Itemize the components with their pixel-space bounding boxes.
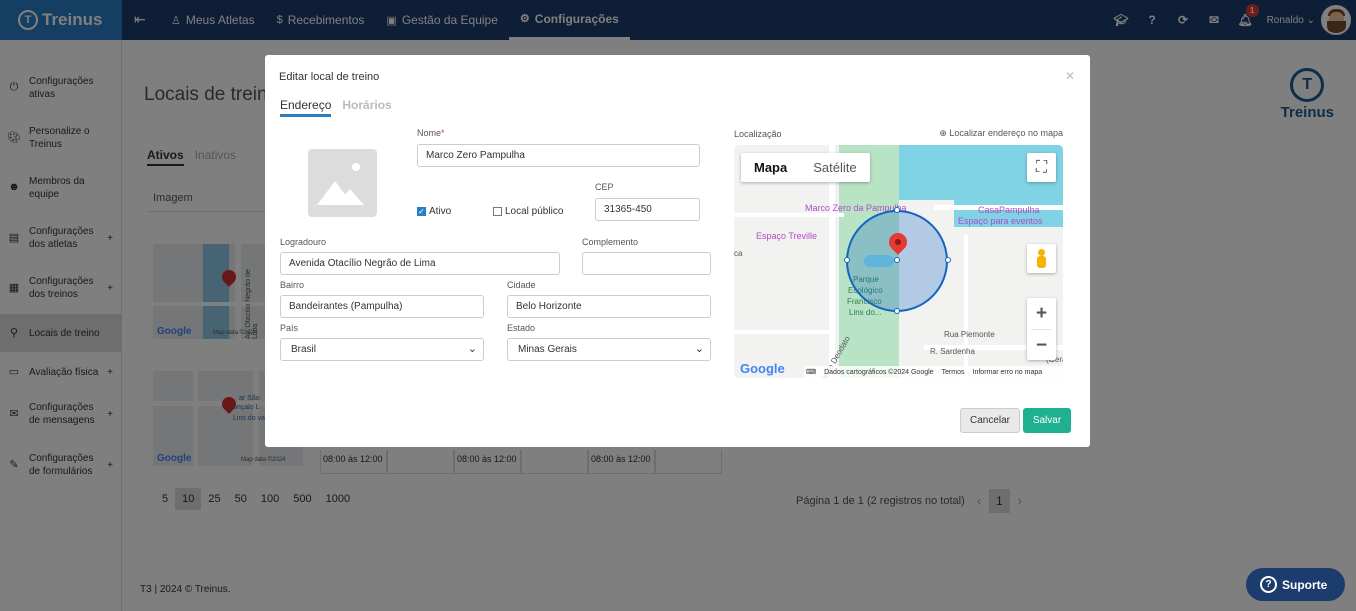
street-label: ca — [734, 249, 743, 258]
estado-label: Estado — [507, 323, 536, 333]
map-type-control: Mapa Satélite — [741, 153, 870, 182]
select-value: Minas Gerais — [518, 344, 577, 355]
cancel-button[interactable]: Cancelar — [960, 408, 1020, 433]
google-text: Google — [740, 361, 785, 376]
save-button[interactable]: Salvar — [1023, 408, 1071, 433]
support-button[interactable]: ? Suporte — [1246, 568, 1345, 601]
map-type-mapa[interactable]: Mapa — [741, 153, 800, 182]
checkbox-box — [493, 207, 502, 216]
logradouro-label: Logradouro — [280, 237, 327, 247]
street-view-pegman-icon[interactable] — [1027, 244, 1056, 273]
fullscreen-icon[interactable]: ⛶ — [1027, 153, 1056, 182]
zoom-control: + − — [1027, 298, 1056, 360]
label-text: Nome — [417, 128, 442, 138]
google-logo: Google — [740, 361, 785, 376]
radius-handle[interactable] — [894, 207, 900, 213]
bairro-label: Bairro — [280, 280, 305, 290]
cep-label: CEP — [595, 182, 614, 192]
required-mark: * — [441, 128, 445, 138]
poi-label[interactable]: Espaço Treville — [756, 231, 817, 241]
ativo-checkbox[interactable]: ✓ Ativo — [417, 206, 451, 217]
checkbox-label: Local público — [505, 206, 564, 217]
edit-location-modal: Editar local de treino ✕ Endereço Horári… — [265, 55, 1090, 447]
tab-endereco[interactable]: Endereço — [280, 98, 332, 117]
street-label: Rua Piemonte — [944, 330, 995, 339]
attribution-text: Dados cartográficos ©2024 Google — [824, 368, 934, 376]
keyboard-icon[interactable]: ⌨ — [806, 368, 816, 376]
logradouro-input[interactable]: Avenida Otacílio Negrão de Lima — [280, 252, 560, 275]
select-value: Brasil — [291, 344, 317, 355]
modal-tabs: Endereço Horários — [280, 98, 392, 117]
link-text: Localizar endereço no mapa — [949, 128, 1063, 138]
crosshair-icon: ⊕ — [939, 128, 947, 138]
pais-label: País — [280, 323, 299, 333]
radius-handle[interactable] — [945, 257, 951, 263]
center-handle[interactable] — [894, 257, 900, 263]
complemento-input[interactable] — [582, 252, 711, 275]
nome-label: Nome* — [417, 128, 445, 138]
close-icon[interactable]: ✕ — [1065, 69, 1075, 83]
checkmark-icon: ✓ — [417, 207, 426, 216]
chevron-down-icon: ⌄ — [694, 343, 704, 355]
checkbox-label: Ativo — [429, 206, 452, 217]
pais-select[interactable]: Brasil ⌄ — [280, 338, 484, 361]
chevron-down-icon: ⌄ — [467, 343, 477, 355]
cidade-input[interactable]: Belo Horizonte — [507, 295, 711, 318]
modal-title: Editar local de treino — [279, 71, 380, 83]
zoom-in-icon[interactable]: + — [1027, 298, 1056, 329]
cidade-label: Cidade — [507, 280, 536, 290]
zoom-out-icon[interactable]: − — [1027, 330, 1056, 361]
report-error-link[interactable]: Informar erro no mapa — [973, 369, 1043, 376]
complemento-label: Complemento — [582, 237, 639, 247]
map-type-satelite[interactable]: Satélite — [800, 153, 869, 182]
question-icon: ? — [1260, 576, 1277, 593]
location-map[interactable]: Marco Zero da Pampulha CasaPampulha Espa… — [734, 145, 1063, 378]
radius-handle[interactable] — [894, 308, 900, 314]
localizar-endereco-link[interactable]: ⊕ Localizar endereço no mapa — [939, 128, 1063, 139]
nome-input[interactable]: Marco Zero Pampulha — [417, 144, 700, 167]
bairro-input[interactable]: Bandeirantes (Pampulha) — [280, 295, 484, 318]
street-label: R. Sardenha — [930, 347, 975, 356]
park-label: Lins do... — [849, 308, 882, 317]
poi-label[interactable]: CasaPampulha — [978, 205, 1040, 215]
estado-select[interactable]: Minas Gerais ⌄ — [507, 338, 711, 361]
localizacao-label: Localização — [734, 129, 782, 139]
local-publico-checkbox[interactable]: Local público — [493, 206, 563, 217]
map-attribution: ⌨ Dados cartográficos ©2024 Google Termo… — [804, 366, 1063, 378]
tab-horarios[interactable]: Horários — [342, 98, 391, 117]
terms-link[interactable]: Termos — [942, 369, 965, 376]
image-placeholder-icon[interactable] — [308, 149, 377, 217]
poi-label[interactable]: Espaço para eventos — [958, 216, 1043, 226]
cep-input[interactable]: 31365-450 — [595, 198, 700, 221]
support-label: Suporte — [1282, 577, 1328, 592]
radius-handle[interactable] — [844, 257, 850, 263]
